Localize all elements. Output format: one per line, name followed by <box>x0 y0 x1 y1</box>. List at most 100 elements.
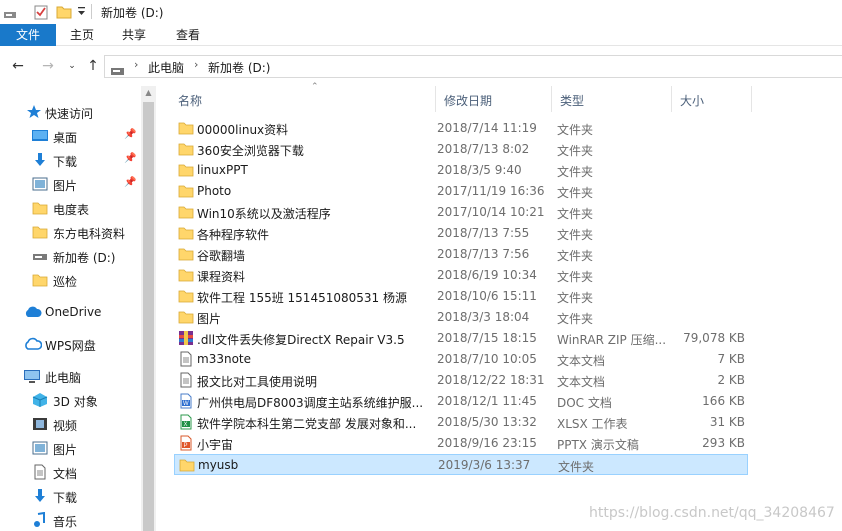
file-name: 报文比对工具使用说明 <box>197 375 318 389</box>
file-type: 文本文档 <box>557 354 606 368</box>
file-row[interactable]: 图片 2018/3/3 18:04 文件夹 <box>174 307 748 328</box>
folder-icon <box>178 183 194 199</box>
forward-arrow-icon[interactable]: → <box>40 58 56 74</box>
file-row[interactable]: m33note 2018/7/10 10:05 文本文档 7 KB <box>174 349 748 370</box>
folder-icon <box>178 120 194 136</box>
file-row[interactable]: 各种程序软件 2018/7/13 7:55 文件夹 <box>174 223 748 244</box>
file-date: 2018/12/1 11:45 <box>437 394 537 408</box>
up-arrow-icon[interactable]: ↑ <box>85 58 101 74</box>
navigation-bar: ← → ⌄ ↑ › 此电脑 › 新加卷 (D:) <box>0 46 842 86</box>
pin-icon[interactable]: 📌 <box>124 129 136 140</box>
folder-icon <box>178 288 194 304</box>
folder-icon <box>178 267 194 283</box>
ribbon: 文件 主页 共享 查看 <box>0 24 842 46</box>
file-type: 文件夹 <box>557 249 594 263</box>
sidebar-item-3d-objects[interactable]: 3D 对象 <box>0 389 140 411</box>
sidebar-item-wps-drive[interactable]: WPS网盘 <box>0 333 140 355</box>
file-row[interactable]: 360安全浏览器下载 2018/7/13 8:02 文件夹 <box>174 139 748 160</box>
drive-icon <box>32 248 48 264</box>
file-row[interactable]: 软件工程 155班 151451080531 杨源 2018/10/6 15:11… <box>174 286 748 307</box>
recent-locations-chevron-icon[interactable]: ⌄ <box>64 58 80 74</box>
pin-icon[interactable]: 📌 <box>124 153 136 164</box>
file-name: myusb <box>198 458 239 472</box>
sidebar-item-label: OneDrive <box>45 305 102 319</box>
file-row[interactable]: Photo 2017/11/19 16:36 文件夹 <box>174 181 748 202</box>
file-row[interactable]: 课程资料 2018/6/19 10:34 文件夹 <box>174 265 748 286</box>
sidebar-item-videos[interactable]: 视频 <box>0 413 140 435</box>
column-header-size[interactable]: 大小 <box>672 86 752 112</box>
properties-icon[interactable] <box>33 4 49 23</box>
sidebar-item-onedrive[interactable]: OneDrive <box>0 301 140 323</box>
title-bar: 新加卷 (D:) <box>0 0 842 24</box>
sidebar-item-folder[interactable]: 东方电科资料 <box>0 221 140 243</box>
file-type: 文件夹 <box>557 270 594 284</box>
sidebar-item-music[interactable]: 音乐 <box>0 509 140 531</box>
pictures-icon <box>32 176 48 192</box>
file-size: 7 KB <box>717 352 745 366</box>
customize-toolbar-icon[interactable] <box>77 6 86 20</box>
scroll-up-arrow-icon[interactable]: ▲ <box>141 88 156 97</box>
tab-file[interactable]: 文件 <box>0 24 56 46</box>
sidebar-item-documents[interactable]: 文档 <box>0 461 140 483</box>
file-row[interactable]: linuxPPT 2018/3/5 9:40 文件夹 <box>174 160 748 181</box>
navigation-pane: 快速访问 桌面 📌 下载 📌 图片 📌 电度表 东方电科资料 新加卷 (D:) … <box>0 86 156 531</box>
sidebar-item-folder[interactable]: 电度表 <box>0 197 140 219</box>
sidebar-scrollbar[interactable]: ▲ <box>141 86 156 531</box>
pin-icon[interactable]: 📌 <box>124 177 136 188</box>
file-row[interactable]: X 软件学院本科生第二党支部 发展对象和... 2018/5/30 13:32 XLS… <box>174 412 748 433</box>
file-row[interactable]: 报文比对工具使用说明 2018/12/22 18:31 文本文档 2 KB <box>174 370 748 391</box>
sidebar-item-this-pc[interactable]: 此电脑 <box>0 365 140 387</box>
column-header-type[interactable]: 类型 <box>552 86 672 112</box>
breadcrumb-chevron-icon[interactable]: › <box>194 58 198 71</box>
music-icon <box>32 511 48 528</box>
file-date: 2018/7/15 18:15 <box>437 331 537 345</box>
file-date: 2018/9/16 23:15 <box>437 436 537 450</box>
breadcrumb-this-pc[interactable]: 此电脑 <box>148 59 184 76</box>
column-header-name[interactable]: 名称 ⌃ <box>170 82 436 112</box>
sidebar-item-downloads[interactable]: 下载 📌 <box>0 149 140 171</box>
file-type: 文件夹 <box>557 144 594 158</box>
desktop-icon <box>32 128 48 144</box>
scrollbar-thumb[interactable] <box>143 102 154 531</box>
file-row[interactable]: P 小宇宙 2018/9/16 23:15 PPTX 演示文稿 293 KB <box>174 433 748 454</box>
sidebar-item-drive-d[interactable]: 新加卷 (D:) <box>0 245 140 267</box>
tab-view[interactable]: 查看 <box>168 24 208 46</box>
file-size: 79,078 KB <box>683 331 745 345</box>
sidebar-item-quick-access[interactable]: 快速访问 <box>0 101 140 123</box>
sidebar-item-label: 电度表 <box>53 203 90 217</box>
powerpoint-icon: P <box>178 435 194 451</box>
watermark: https://blog.csdn.net/qq_34208467 <box>589 505 835 521</box>
back-arrow-icon[interactable]: ← <box>10 58 26 74</box>
cube-icon <box>32 392 48 408</box>
tab-share[interactable]: 共享 <box>114 24 154 46</box>
breadcrumb-chevron-icon[interactable]: › <box>134 58 138 71</box>
new-folder-icon[interactable] <box>56 4 72 23</box>
file-size: 31 KB <box>709 415 745 429</box>
breadcrumb-drive-d[interactable]: 新加卷 (D:) <box>208 59 270 76</box>
file-name: linuxPPT <box>197 163 248 177</box>
file-row[interactable]: .dll文件丢失修复DirectX Repair V3.5 2018/7/15 1… <box>174 328 748 349</box>
file-row[interactable]: W 广州供电局DF8003调度主站系统维护服... 2018/12/1 11:45 D… <box>174 391 748 412</box>
column-header-date[interactable]: 修改日期 <box>436 86 552 112</box>
file-list: 名称 ⌃ 修改日期 类型 大小 00000linux资料 2018/7/14 11… <box>156 82 842 531</box>
drive-icon <box>111 64 124 78</box>
file-row[interactable]: Win10系统以及激活程序 2017/10/14 10:21 文件夹 <box>174 202 748 223</box>
sidebar-item-label: 快速访问 <box>45 107 94 121</box>
file-row[interactable]: 00000linux资料 2018/7/14 11:19 文件夹 <box>174 118 748 139</box>
file-date: 2018/3/3 18:04 <box>437 310 530 324</box>
download-icon <box>32 152 48 168</box>
folder-icon <box>178 309 194 325</box>
address-bar[interactable]: › 此电脑 › 新加卷 (D:) <box>104 55 842 78</box>
file-name: Photo <box>197 184 232 198</box>
sidebar-item-downloads[interactable]: 下载 <box>0 485 140 507</box>
file-name: 00000linux资料 <box>197 123 289 137</box>
file-row[interactable]: myusb 2019/3/6 13:37 文件夹 <box>174 454 748 475</box>
file-type: 文件夹 <box>557 186 594 200</box>
sidebar-item-pictures[interactable]: 图片 <box>0 437 140 459</box>
sidebar-item-folder[interactable]: 巡检 <box>0 269 140 291</box>
file-row[interactable]: 谷歌翻墙 2018/7/13 7:56 文件夹 <box>174 244 748 265</box>
tab-home[interactable]: 主页 <box>62 24 102 46</box>
sidebar-item-desktop[interactable]: 桌面 📌 <box>0 125 140 147</box>
sidebar-item-pictures[interactable]: 图片 📌 <box>0 173 140 195</box>
excel-sheet-icon: X <box>178 414 194 430</box>
